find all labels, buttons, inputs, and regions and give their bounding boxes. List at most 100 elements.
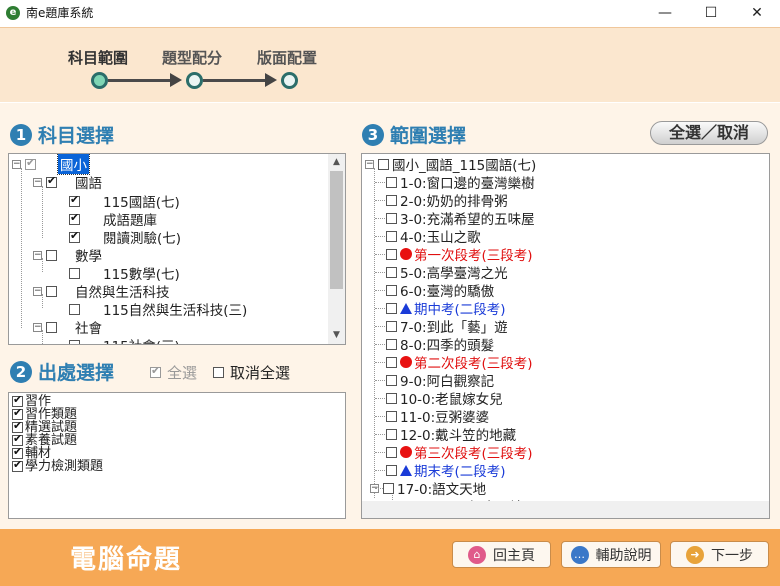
range-tree-label[interactable]: 期中考(二段考) [414, 298, 506, 318]
range-tree-node[interactable]: 4-0:玉山之歌 [375, 226, 481, 246]
step-2-indicator[interactable] [186, 72, 203, 89]
next-step-button[interactable]: ➜ 下一步 [670, 541, 769, 568]
range-tree-label[interactable]: 3-0:充滿希望的五味屋 [400, 208, 535, 228]
tree-node-label[interactable]: 115自然與生活科技(三) [103, 299, 247, 319]
tree-node[interactable]: 成語題庫 [69, 209, 157, 229]
tree-node-label[interactable]: 成語題庫 [103, 209, 157, 229]
select-all-option[interactable]: 全選 [150, 362, 197, 383]
home-button[interactable]: ⌂ 回主頁 [452, 541, 551, 568]
range-tree-label[interactable]: 11-0:豆粥婆婆 [400, 406, 489, 426]
range-tree-node[interactable]: 第三次段考(三段考) [375, 442, 533, 462]
collapse-toggle-icon[interactable]: − [33, 322, 42, 332]
checkbox[interactable] [386, 176, 397, 188]
tree-node-label[interactable]: 數學 [75, 245, 102, 265]
range-tree-label[interactable]: 17-0:語文天地 [397, 478, 486, 498]
minimize-button[interactable]: — [642, 0, 688, 25]
checkbox[interactable] [378, 158, 389, 170]
horizontal-scrollbar[interactable] [362, 501, 769, 518]
help-button[interactable]: … 輔助說明 [561, 541, 661, 568]
range-tree-node[interactable]: 11-0:豆粥婆婆 [375, 406, 489, 426]
checkbox[interactable] [386, 374, 397, 386]
tree-node[interactable]: 115國語(七) [69, 191, 180, 211]
checkbox[interactable] [69, 303, 80, 315]
list-item[interactable]: 素養試題 [9, 432, 345, 447]
range-tree-label[interactable]: 第三次段考(三段考) [414, 442, 533, 462]
vertical-scrollbar[interactable]: ▲ ▼ [328, 154, 345, 344]
checkbox[interactable] [386, 410, 397, 422]
tree-node[interactable]: 115數學(七) [69, 263, 180, 283]
scroll-down-icon[interactable]: ▼ [328, 327, 345, 344]
tree-node-label[interactable]: 國小 [57, 154, 90, 175]
deselect-all-option[interactable]: 取消全選 [213, 362, 290, 383]
tree-node-label[interactable]: 115社會(三) [103, 335, 180, 344]
tree-node-label[interactable]: 115數學(七) [103, 263, 180, 283]
step-3-indicator[interactable] [281, 72, 298, 89]
range-tree-node[interactable]: 第二次段考(三段考) [375, 352, 533, 372]
checkbox[interactable] [386, 446, 397, 458]
range-tree-label[interactable]: 9-0:阿白觀察記 [400, 370, 494, 390]
checkbox[interactable] [386, 338, 397, 350]
checkbox[interactable] [386, 356, 397, 368]
range-tree-node[interactable]: 期中考(二段考) [375, 298, 506, 318]
tree-node[interactable]: − 自然與生活科技 [33, 282, 170, 301]
checkbox[interactable] [46, 174, 57, 188]
tree-node-label[interactable]: 閱讀測驗(七) [103, 227, 181, 247]
range-tree-node[interactable]: 1-0:窗口邊的臺灣欒樹 [375, 172, 535, 192]
checkbox[interactable] [69, 339, 80, 344]
range-tree-node[interactable]: −17-0:語文天地 [370, 478, 486, 498]
checkbox[interactable] [46, 285, 57, 297]
collapse-toggle-icon[interactable]: − [33, 250, 42, 260]
select-all-checkbox[interactable] [150, 364, 161, 378]
checkbox[interactable] [69, 193, 80, 207]
range-tree-node[interactable]: 9-0:阿白觀察記 [375, 370, 494, 390]
range-tree-label[interactable]: 10-0:老鼠嫁女兒 [400, 388, 503, 408]
range-tree-node[interactable]: 2-0:奶奶的排骨粥 [375, 190, 508, 210]
range-tree-label[interactable]: 2-0:奶奶的排骨粥 [400, 190, 508, 210]
range-tree-node[interactable]: 12-0:戴斗笠的地藏 [375, 424, 516, 444]
range-tree-node[interactable]: 7-0:到此「藝」遊 [375, 317, 508, 336]
range-tree-node[interactable]: 3-0:充滿希望的五味屋 [375, 208, 535, 228]
tree-root-label[interactable]: 國小_國語_115國語(七) [392, 154, 536, 174]
checkbox[interactable] [386, 302, 397, 314]
range-tree-node[interactable]: 期末考(二段考) [375, 461, 506, 480]
checkbox[interactable] [386, 320, 397, 332]
tree-node[interactable]: 閱讀測驗(七) [69, 227, 181, 247]
tree-node-label[interactable]: 115國語(七) [103, 191, 180, 211]
range-tree-node[interactable]: 第一次段考(三段考) [375, 244, 533, 264]
checkbox[interactable] [25, 156, 36, 170]
deselect-all-label[interactable]: 取消全選 [230, 362, 290, 383]
range-tree-label[interactable]: 12-0:戴斗笠的地藏 [400, 424, 516, 444]
checkbox[interactable] [69, 229, 80, 243]
range-tree-label[interactable]: 8-0:四季的頭髮 [400, 334, 494, 354]
tree-node-label[interactable]: 社會 [75, 317, 102, 337]
tree-node[interactable]: 115社會(三) [69, 335, 180, 344]
range-tree-label[interactable]: 4-0:玉山之歌 [400, 226, 481, 246]
select-all-toggle-button[interactable]: 全選／取消 [650, 121, 768, 145]
tree-root[interactable]: − 國小_國語_115國語(七) [365, 154, 536, 174]
list-item[interactable]: 學力檢測類題 [9, 458, 345, 473]
checkbox[interactable] [69, 267, 80, 279]
scroll-thumb[interactable] [330, 171, 343, 289]
checkbox[interactable] [386, 428, 397, 440]
checkbox[interactable] [386, 212, 397, 224]
scroll-up-icon[interactable]: ▲ [328, 154, 345, 171]
deselect-all-checkbox[interactable] [213, 367, 224, 378]
range-tree-label[interactable]: 第一次段考(三段考) [414, 244, 533, 264]
close-button[interactable]: ✕ [734, 0, 780, 25]
tree-node[interactable]: − 國語 [33, 173, 102, 192]
range-tree-node[interactable]: 6-0:臺灣的驕傲 [375, 281, 494, 300]
checkbox[interactable] [69, 211, 80, 225]
collapse-toggle-icon[interactable]: − [33, 177, 42, 187]
tree-node[interactable]: − 數學 [33, 245, 102, 265]
checkbox[interactable] [46, 321, 57, 333]
range-tree-label[interactable]: 第二次段考(三段考) [414, 352, 533, 372]
tree-node[interactable]: − 社會 [33, 317, 102, 337]
checkbox[interactable] [386, 266, 397, 278]
tree-node[interactable]: − 國小 [12, 154, 90, 175]
range-tree-node[interactable]: 5-0:高學臺灣之光 [375, 262, 508, 282]
range-tree-node[interactable]: 10-0:老鼠嫁女兒 [375, 388, 503, 408]
list-item-label[interactable]: 學力檢測類題 [25, 460, 103, 473]
collapse-toggle-icon[interactable]: − [12, 159, 21, 169]
range-tree-label[interactable]: 1-0:窗口邊的臺灣欒樹 [400, 172, 535, 192]
range-tree-label[interactable]: 5-0:高學臺灣之光 [400, 262, 508, 282]
